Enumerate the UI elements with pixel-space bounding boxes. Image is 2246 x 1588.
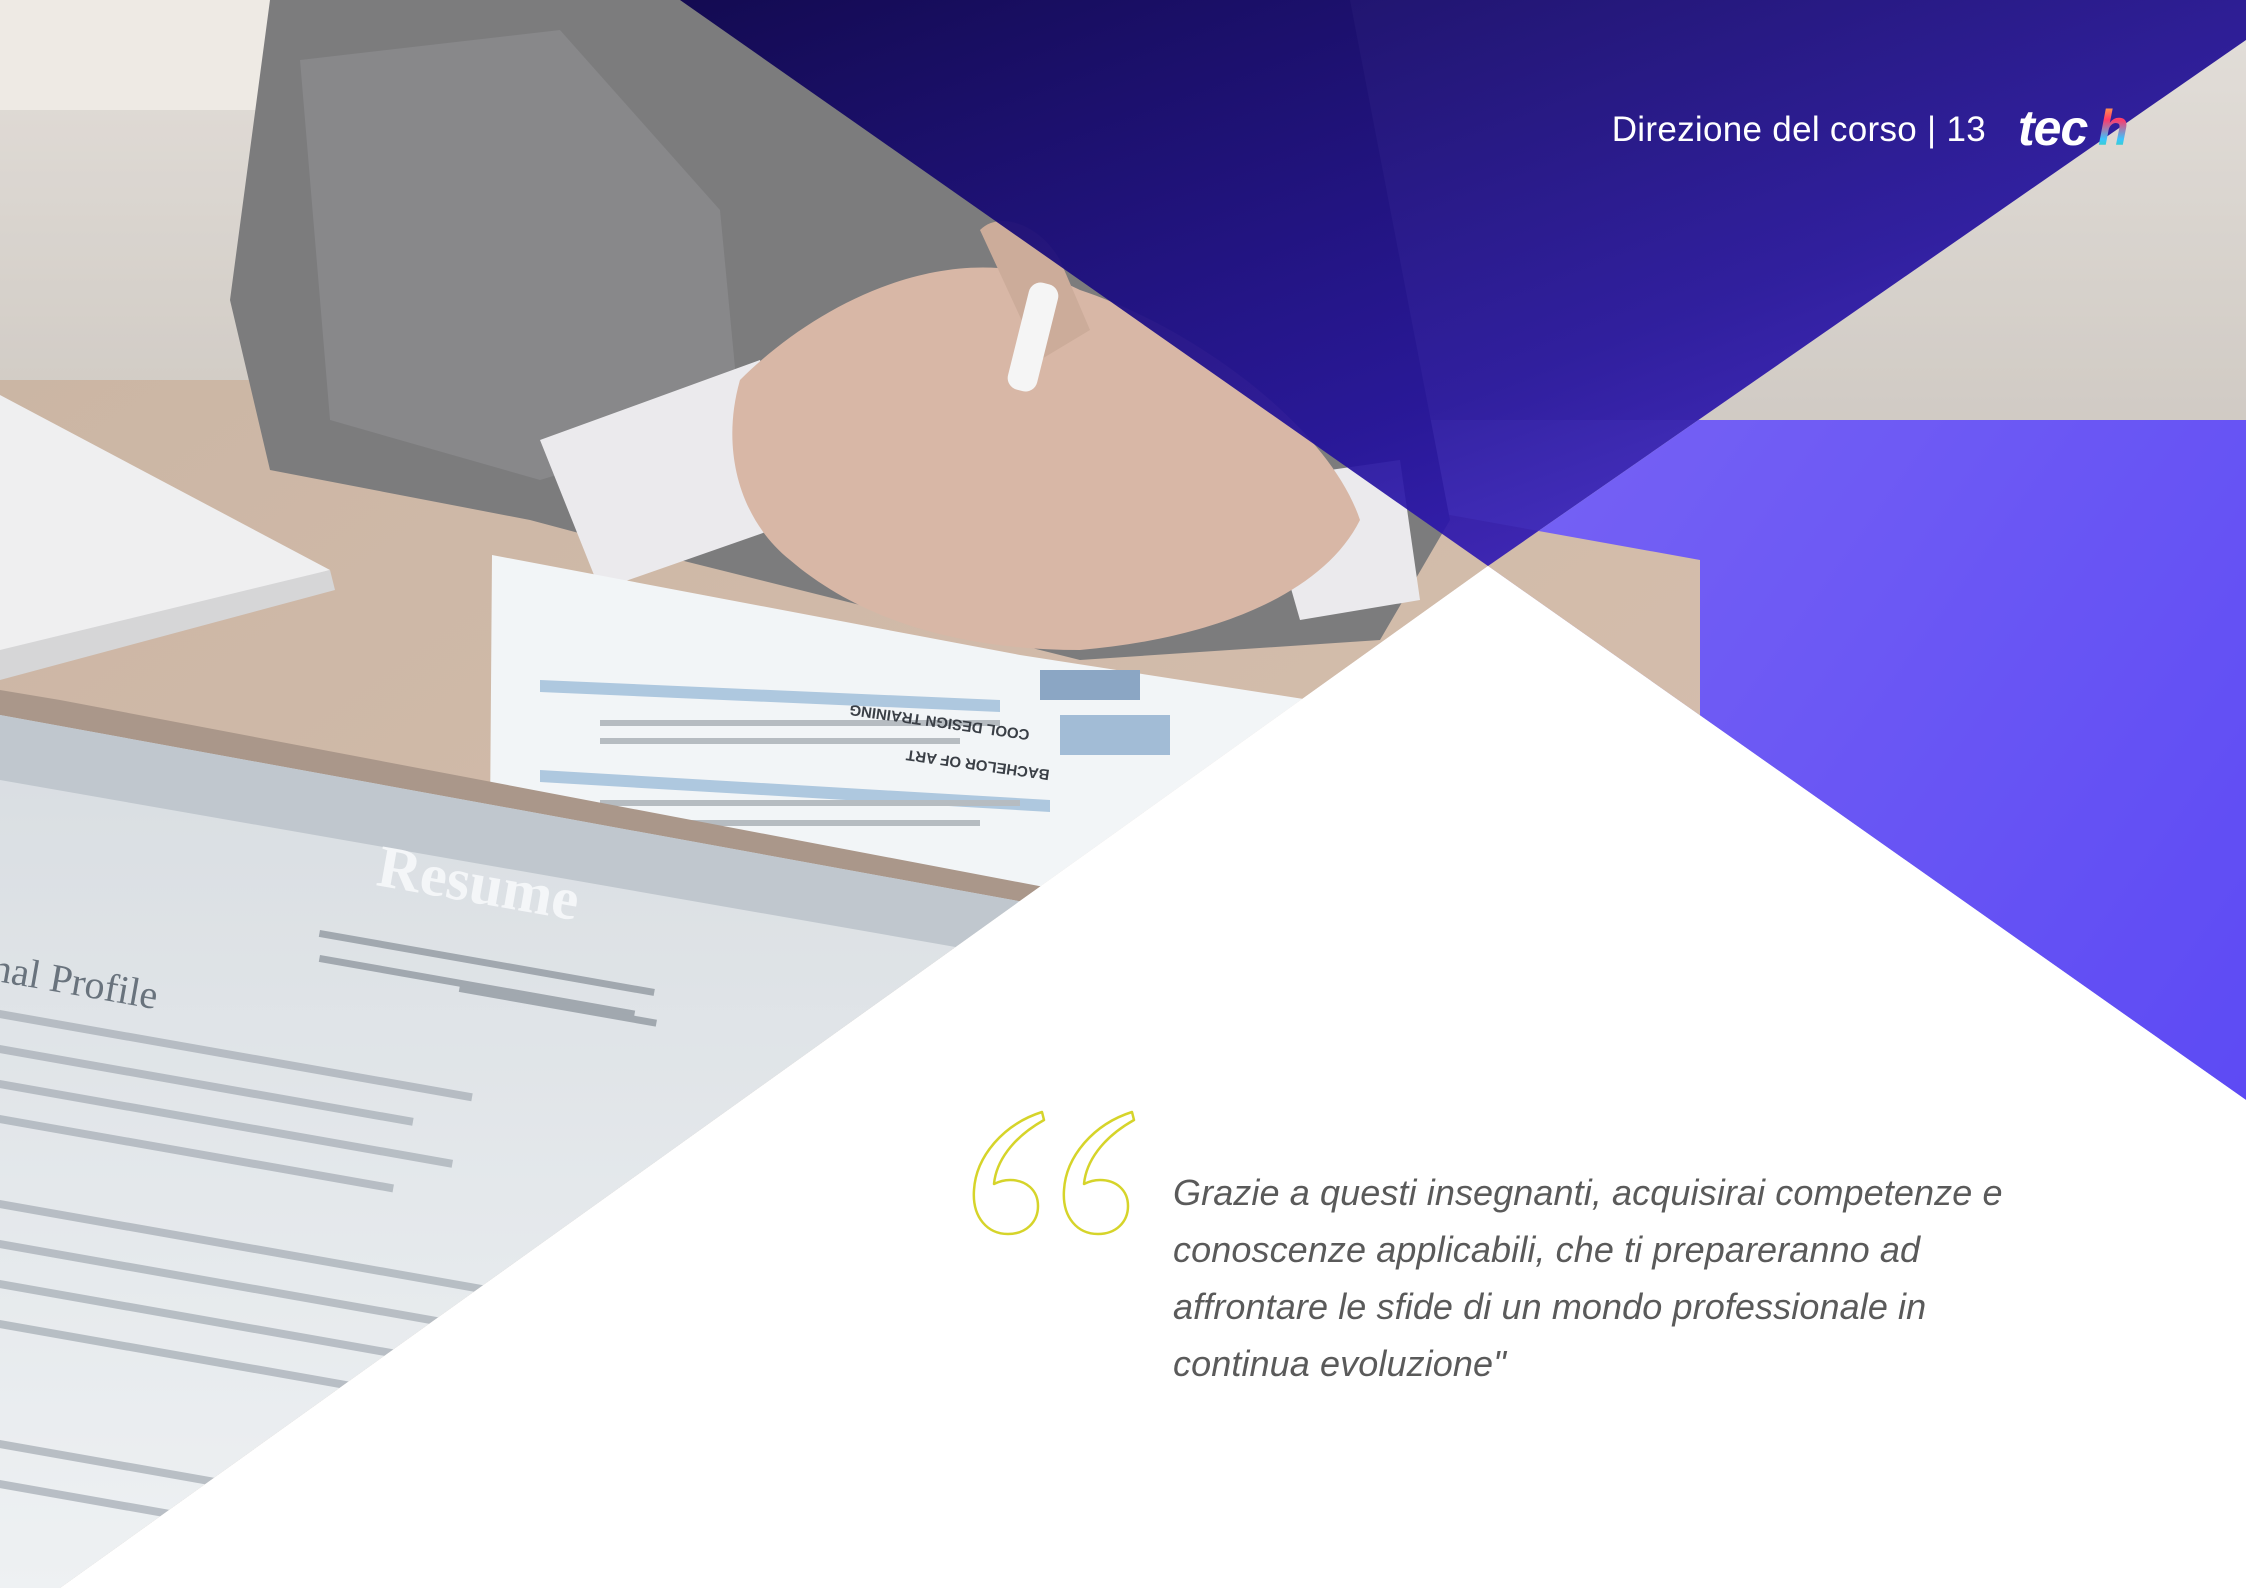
resume-section-label: nal Profile	[0, 945, 161, 1018]
section-title: Direzione del corso | 13	[1611, 110, 1986, 149]
document-subheading: COOL DESIGN TRAINING	[849, 701, 1031, 743]
page-header: Direzione del corso | 13 tec h tech	[1612, 98, 2142, 162]
tech-logo-icon: tec h	[2018, 100, 2129, 156]
resume-heading: Resume	[373, 833, 585, 933]
svg-text:tec: tec	[2018, 100, 2088, 156]
svg-text:h: h	[2098, 100, 2129, 156]
quote-open-icon	[972, 1110, 1136, 1236]
tech-logo: tec h tech	[2016, 99, 2142, 161]
page: Resume nal Profile BACHELOR OF ART COOL …	[0, 0, 2246, 1588]
document-heading: BACHELOR OF ART	[905, 746, 1050, 783]
quote-text: Grazie a questi insegnanti, acquisirai c…	[1173, 1172, 2003, 1384]
